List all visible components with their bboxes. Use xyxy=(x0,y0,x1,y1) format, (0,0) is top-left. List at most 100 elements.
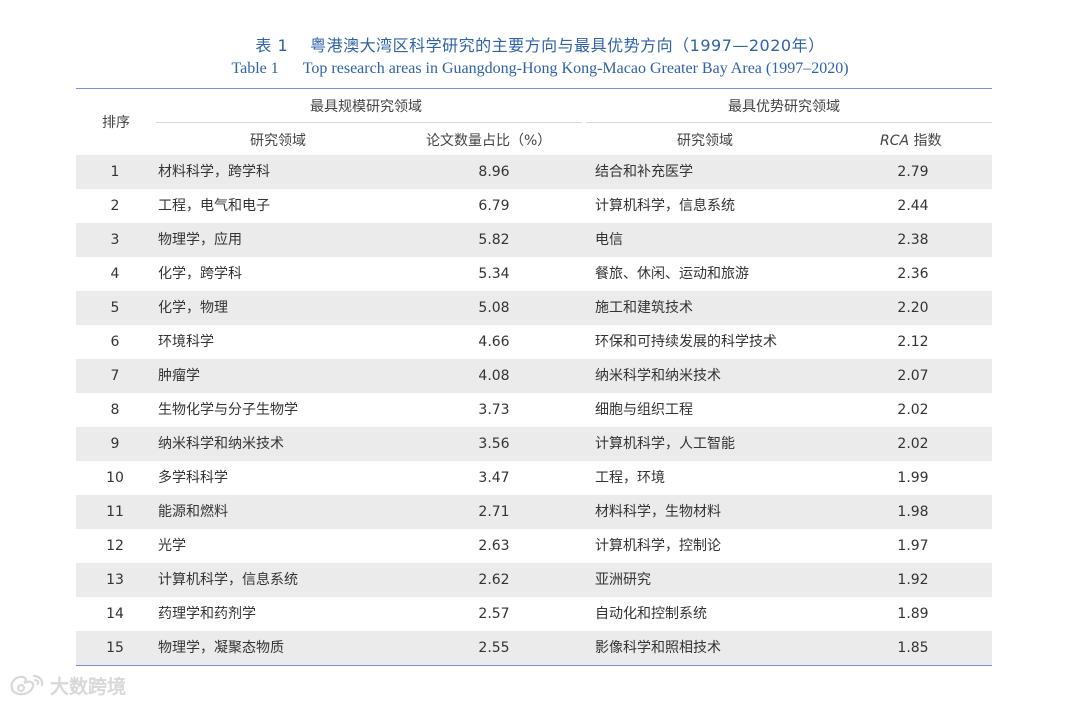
paper-percentage-cell: 4.08 xyxy=(478,368,510,384)
research-area-advantage-cell: 计算机科学，控制论 xyxy=(595,538,721,554)
table-row: 2 工程，电气和电子 6.79 计算机科学，信息系统 2.44 xyxy=(76,189,992,223)
table-row: 15 物理学，凝聚态物质 2.55 影像科学和照相技术 1.85 xyxy=(76,631,992,665)
header-group-scale: 最具规模研究领域 xyxy=(310,99,422,115)
research-area-scale-cell: 材料科学，跨学科 xyxy=(158,164,270,180)
header-paper-percentage: 论文数量占比（%） xyxy=(426,133,552,149)
research-area-scale-cell: 化学，跨学科 xyxy=(158,266,242,282)
table-title-chinese: 表 1 粤港澳大湾区科学研究的主要方向与最具优势方向（1997—2020年） xyxy=(0,32,1080,56)
table-top-rule xyxy=(76,88,992,89)
header-rca-abbr: RCA xyxy=(880,133,910,149)
research-area-advantage-cell: 计算机科学，信息系统 xyxy=(595,198,735,214)
paper-percentage-cell: 5.08 xyxy=(478,300,510,316)
header-rank: 排序 xyxy=(102,115,130,131)
rca-index-cell: 1.89 xyxy=(897,606,929,622)
rca-index-cell: 2.12 xyxy=(897,334,929,350)
paper-percentage-cell: 8.96 xyxy=(478,164,510,180)
rank-cell: 1 xyxy=(110,164,120,180)
header-rca-index: RCA 指数 xyxy=(880,130,942,150)
rank-cell: 2 xyxy=(110,198,120,214)
paper-percentage-cell: 3.56 xyxy=(478,436,510,452)
header-research-area-1: 研究领域 xyxy=(250,133,306,149)
rca-index-cell: 1.99 xyxy=(897,470,929,486)
rank-cell: 7 xyxy=(110,368,120,384)
research-area-scale-cell: 多学科科学 xyxy=(158,470,228,486)
research-area-advantage-cell: 餐旅、休闲、运动和旅游 xyxy=(595,266,749,282)
header-group-advantage-rule xyxy=(586,122,992,123)
research-area-advantage-cell: 环保和可持续发展的科学技术 xyxy=(595,334,777,350)
rank-cell: 5 xyxy=(110,300,120,316)
research-area-advantage-cell: 自动化和控制系统 xyxy=(595,606,707,622)
research-area-scale-cell: 化学，物理 xyxy=(158,300,228,316)
table-number-chinese: 表 1 xyxy=(255,36,289,55)
research-area-advantage-cell: 结合和补充医学 xyxy=(595,164,693,180)
paper-percentage-cell: 2.62 xyxy=(478,572,510,588)
paper-percentage-cell: 2.57 xyxy=(478,606,510,622)
research-area-advantage-cell: 亚洲研究 xyxy=(595,572,651,588)
rca-index-cell: 2.07 xyxy=(897,368,929,384)
research-area-scale-cell: 药理学和药剂学 xyxy=(158,606,256,622)
research-area-scale-cell: 物理学，应用 xyxy=(158,232,242,248)
research-area-advantage-cell: 计算机科学，人工智能 xyxy=(595,436,735,452)
header-research-area-2: 研究领域 xyxy=(677,133,733,149)
research-area-scale-cell: 计算机科学，信息系统 xyxy=(158,572,298,588)
paper-percentage-cell: 3.73 xyxy=(478,402,510,418)
paper-percentage-cell: 2.63 xyxy=(478,538,510,554)
research-area-scale-cell: 肿瘤学 xyxy=(158,368,200,384)
table-number-english: Table 1 xyxy=(231,60,279,77)
rank-cell: 4 xyxy=(110,266,120,282)
research-area-advantage-cell: 纳米科学和纳米技术 xyxy=(595,368,721,384)
rca-index-cell: 1.85 xyxy=(897,640,929,656)
table-row: 3 物理学，应用 5.82 电信 2.38 xyxy=(76,223,992,257)
header-rca-suffix: 指数 xyxy=(909,133,942,149)
rank-cell: 13 xyxy=(106,572,124,588)
research-area-advantage-cell: 施工和建筑技术 xyxy=(595,300,693,316)
table-row: 5 化学，物理 5.08 施工和建筑技术 2.20 xyxy=(76,291,992,325)
rank-cell: 10 xyxy=(106,470,124,486)
table-row: 7 肿瘤学 4.08 纳米科学和纳米技术 2.07 xyxy=(76,359,992,393)
research-area-scale-cell: 环境科学 xyxy=(158,334,214,350)
table-row: 12 光学 2.63 计算机科学，控制论 1.97 xyxy=(76,529,992,563)
table-row: 10 多学科科学 3.47 工程，环境 1.99 xyxy=(76,461,992,495)
rca-index-cell: 2.36 xyxy=(897,266,929,282)
research-area-advantage-cell: 材料科学，生物材料 xyxy=(595,504,721,520)
research-area-scale-cell: 生物化学与分子生物学 xyxy=(158,402,298,418)
paper-percentage-cell: 5.34 xyxy=(478,266,510,282)
rca-index-cell: 2.38 xyxy=(897,232,929,248)
research-area-scale-cell: 纳米科学和纳米技术 xyxy=(158,436,284,452)
research-area-scale-cell: 光学 xyxy=(158,538,186,554)
table-row: 8 生物化学与分子生物学 3.73 细胞与组织工程 2.02 xyxy=(76,393,992,427)
rca-index-cell: 2.44 xyxy=(897,198,929,214)
rank-cell: 12 xyxy=(106,538,124,554)
rca-index-cell: 2.79 xyxy=(897,164,929,180)
paper-percentage-cell: 4.66 xyxy=(478,334,510,350)
header-group-advantage: 最具优势研究领域 xyxy=(728,99,840,115)
rank-cell: 11 xyxy=(106,504,124,520)
header-group-scale-rule xyxy=(156,122,582,123)
rank-cell: 14 xyxy=(106,606,124,622)
table-bottom-rule xyxy=(76,665,992,666)
rank-cell: 8 xyxy=(110,402,120,418)
rca-index-cell: 1.98 xyxy=(897,504,929,520)
rca-index-cell: 2.20 xyxy=(897,300,929,316)
research-area-scale-cell: 工程，电气和电子 xyxy=(158,198,270,214)
rca-index-cell: 2.02 xyxy=(897,436,929,452)
table-row: 13 计算机科学，信息系统 2.62 亚洲研究 1.92 xyxy=(76,563,992,597)
research-area-advantage-cell: 工程，环境 xyxy=(595,470,665,486)
table-row: 1 材料科学，跨学科 8.96 结合和补充医学 2.79 xyxy=(76,155,992,189)
watermark: 大数跨境 xyxy=(8,668,126,702)
paper-percentage-cell: 5.82 xyxy=(478,232,510,248)
research-area-advantage-cell: 电信 xyxy=(595,232,623,248)
paper-percentage-cell: 6.79 xyxy=(478,198,510,214)
table-title-english-text: Top research areas in Guangdong-Hong Kon… xyxy=(302,60,849,77)
rank-cell: 15 xyxy=(106,640,124,656)
rank-cell: 3 xyxy=(110,232,120,248)
table-row: 11 能源和燃料 2.71 材料科学，生物材料 1.98 xyxy=(76,495,992,529)
paper-percentage-cell: 3.47 xyxy=(478,470,510,486)
table-row: 14 药理学和药剂学 2.57 自动化和控制系统 1.89 xyxy=(76,597,992,631)
weibo-logo-icon xyxy=(10,674,44,696)
research-area-advantage-cell: 影像科学和照相技术 xyxy=(595,640,721,656)
paper-percentage-cell: 2.71 xyxy=(478,504,510,520)
rank-cell: 6 xyxy=(110,334,120,350)
table-row: 4 化学，跨学科 5.34 餐旅、休闲、运动和旅游 2.36 xyxy=(76,257,992,291)
table-row: 6 环境科学 4.66 环保和可持续发展的科学技术 2.12 xyxy=(76,325,992,359)
